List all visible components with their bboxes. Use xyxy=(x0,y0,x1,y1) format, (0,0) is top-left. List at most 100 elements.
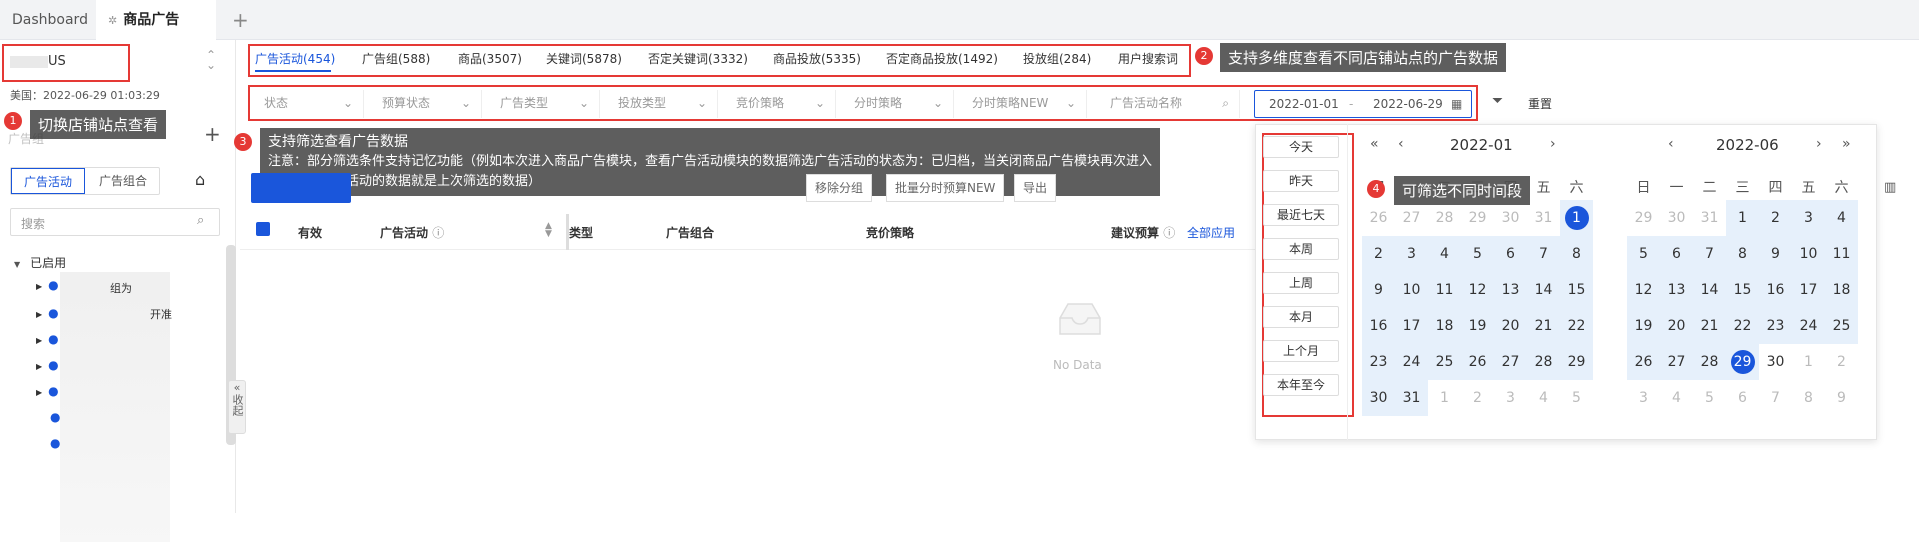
quick-range-this-week[interactable]: 本周 xyxy=(1263,238,1339,260)
calendar-day[interactable]: 21 xyxy=(1693,308,1726,344)
help-icon[interactable]: ⓘ xyxy=(1163,226,1175,240)
calendar-day[interactable]: 19 xyxy=(1461,308,1494,344)
calendar-day[interactable]: 19 xyxy=(1627,308,1660,344)
remove-group-button[interactable]: 移除分组 xyxy=(806,174,873,202)
calendar-day[interactable]: 3 xyxy=(1627,380,1660,416)
calendar-day[interactable]: 17 xyxy=(1792,272,1825,308)
quick-range-ytd[interactable]: 本年至今 xyxy=(1263,374,1339,396)
primary-action-button[interactable] xyxy=(251,173,351,203)
tree-item[interactable]: ● xyxy=(50,410,60,430)
calendar-day[interactable]: 26 xyxy=(1461,344,1494,380)
next-year-icon[interactable]: » xyxy=(1842,136,1851,152)
calendar-day[interactable]: 7 xyxy=(1527,236,1560,272)
dim-tab-targeting-groups[interactable]: 投放组(284) xyxy=(1023,50,1091,67)
calendar-day[interactable]: 2 xyxy=(1825,344,1858,380)
toggle-portfolios[interactable]: 广告组合 xyxy=(86,168,160,194)
calendar-day[interactable]: 9 xyxy=(1759,236,1792,272)
calendar-day[interactable]: 10 xyxy=(1792,236,1825,272)
calendar-day[interactable]: 31 xyxy=(1693,200,1726,236)
calendar-day[interactable]: 7 xyxy=(1759,380,1792,416)
calendar-day[interactable]: 24 xyxy=(1395,344,1428,380)
calendar-day[interactable]: 9 xyxy=(1825,380,1858,416)
calendar-day[interactable]: 11 xyxy=(1825,236,1858,272)
calendar-day[interactable]: 18 xyxy=(1825,272,1858,308)
calendar-day[interactable]: 1 xyxy=(1428,380,1461,416)
calendar-day[interactable]: 22 xyxy=(1726,308,1759,344)
tree-item[interactable]: ▶ ● xyxy=(36,278,59,298)
calendar-day[interactable]: 15 xyxy=(1726,272,1759,308)
calendar-day[interactable]: 23 xyxy=(1759,308,1792,344)
tree-item[interactable]: ▶ ● xyxy=(36,306,59,326)
dim-tab-negative-product-targeting[interactable]: 否定商品投放(1492) xyxy=(886,50,998,67)
dayparting-new-filter[interactable]: 分时策略NEW ⌄ xyxy=(962,90,1087,118)
batch-dayparting-button[interactable]: 批量分时预算NEW xyxy=(886,174,1005,202)
quick-range-last-7-days[interactable]: 最近七天 xyxy=(1263,204,1339,226)
calendar-day[interactable]: 20 xyxy=(1660,308,1693,344)
calendar-day[interactable]: 5 xyxy=(1560,380,1593,416)
calendar-day[interactable]: 2 xyxy=(1362,236,1395,272)
quick-range-yesterday[interactable]: 昨天 xyxy=(1263,170,1339,192)
calendar-day[interactable]: 11 xyxy=(1428,272,1461,308)
quick-range-last-week[interactable]: 上周 xyxy=(1263,272,1339,294)
select-all-checkbox[interactable] xyxy=(256,222,270,236)
apply-all-link[interactable]: 全部应用 xyxy=(1187,224,1235,241)
calendar-day[interactable]: 3 xyxy=(1494,380,1527,416)
tree-item[interactable]: ▶ ● xyxy=(36,332,59,352)
help-icon[interactable]: ⓘ xyxy=(432,226,444,240)
prev-year-icon[interactable]: « xyxy=(1370,136,1379,152)
calendar-day[interactable]: 30 xyxy=(1660,200,1693,236)
calendar-day[interactable]: 2 xyxy=(1461,380,1494,416)
calendar-day[interactable]: 25 xyxy=(1428,344,1461,380)
dim-tab-search-terms[interactable]: 用户搜索词 xyxy=(1118,50,1178,67)
calendar-day[interactable]: 6 xyxy=(1660,236,1693,272)
calendar-day[interactable]: 1 xyxy=(1560,200,1593,236)
dim-tab-adgroups[interactable]: 广告组(588) xyxy=(362,50,430,67)
quick-range-last-month[interactable]: 上个月 xyxy=(1263,340,1339,362)
calendar-day[interactable]: 4 xyxy=(1428,236,1461,272)
dim-tab-keywords[interactable]: 关键词(5878) xyxy=(546,50,622,67)
home-icon[interactable]: ⌂ xyxy=(195,170,205,189)
status-filter[interactable]: 状态 ⌄ xyxy=(254,90,364,118)
toggle-campaigns[interactable]: 广告活动 xyxy=(11,168,85,194)
dim-tab-campaigns[interactable]: 广告活动(454) xyxy=(255,50,335,67)
filter-icon[interactable]: ⏷ xyxy=(1492,93,1503,109)
calendar-day[interactable]: 28 xyxy=(1693,344,1726,380)
reset-button[interactable]: 重置 xyxy=(1528,95,1552,112)
quick-range-this-month[interactable]: 本月 xyxy=(1263,306,1339,328)
col-campaign[interactable]: 广告活动 ⓘ xyxy=(380,224,444,241)
search-icon[interactable]: ⌕ xyxy=(197,213,204,228)
store-select[interactable]: US xyxy=(10,54,66,69)
calendar-day[interactable]: 7 xyxy=(1693,236,1726,272)
date-range-picker[interactable]: 2022-01-01 - 2022-06-29 ▦ xyxy=(1254,90,1472,118)
calendar-day[interactable]: 16 xyxy=(1362,308,1395,344)
quick-range-today[interactable]: 今天 xyxy=(1263,136,1339,158)
calendar-day[interactable]: 8 xyxy=(1792,380,1825,416)
calendar-day[interactable]: 5 xyxy=(1627,236,1660,272)
calendar-day[interactable]: 13 xyxy=(1494,272,1527,308)
calendar-day[interactable]: 30 xyxy=(1362,380,1395,416)
calendar-day[interactable]: 27 xyxy=(1660,344,1693,380)
calendar-day[interactable]: 28 xyxy=(1527,344,1560,380)
tree-item[interactable]: ● xyxy=(50,436,60,456)
calendar-day[interactable]: 12 xyxy=(1627,272,1660,308)
calendar-day[interactable]: 25 xyxy=(1825,308,1858,344)
next-month-icon[interactable]: › xyxy=(1550,136,1556,152)
calendar-day[interactable]: 1 xyxy=(1726,200,1759,236)
calendar-day[interactable]: 10 xyxy=(1395,272,1428,308)
calendar-day[interactable]: 3 xyxy=(1395,236,1428,272)
pin-icon[interactable]: ✲ xyxy=(108,14,117,27)
tree-item[interactable]: ▶ ● xyxy=(36,358,59,378)
tree-root[interactable]: ▼ 已启用 xyxy=(14,254,66,274)
prev-month-icon[interactable]: ‹ xyxy=(1398,136,1404,152)
book-icon[interactable]: ▥ xyxy=(1884,180,1896,195)
calendar-day[interactable]: 17 xyxy=(1395,308,1428,344)
calendar-day[interactable]: 31 xyxy=(1527,200,1560,236)
dim-tab-products[interactable]: 商品(3507) xyxy=(458,50,522,67)
calendar-day[interactable]: 29 xyxy=(1627,200,1660,236)
tree-item[interactable]: ▶ ● xyxy=(36,384,59,404)
calendar-day[interactable]: 24 xyxy=(1792,308,1825,344)
dim-tab-product-targeting[interactable]: 商品投放(5335) xyxy=(773,50,861,67)
calendar-day[interactable]: 12 xyxy=(1461,272,1494,308)
calendar-day[interactable]: 8 xyxy=(1560,236,1593,272)
calendar-day[interactable]: 1 xyxy=(1792,344,1825,380)
